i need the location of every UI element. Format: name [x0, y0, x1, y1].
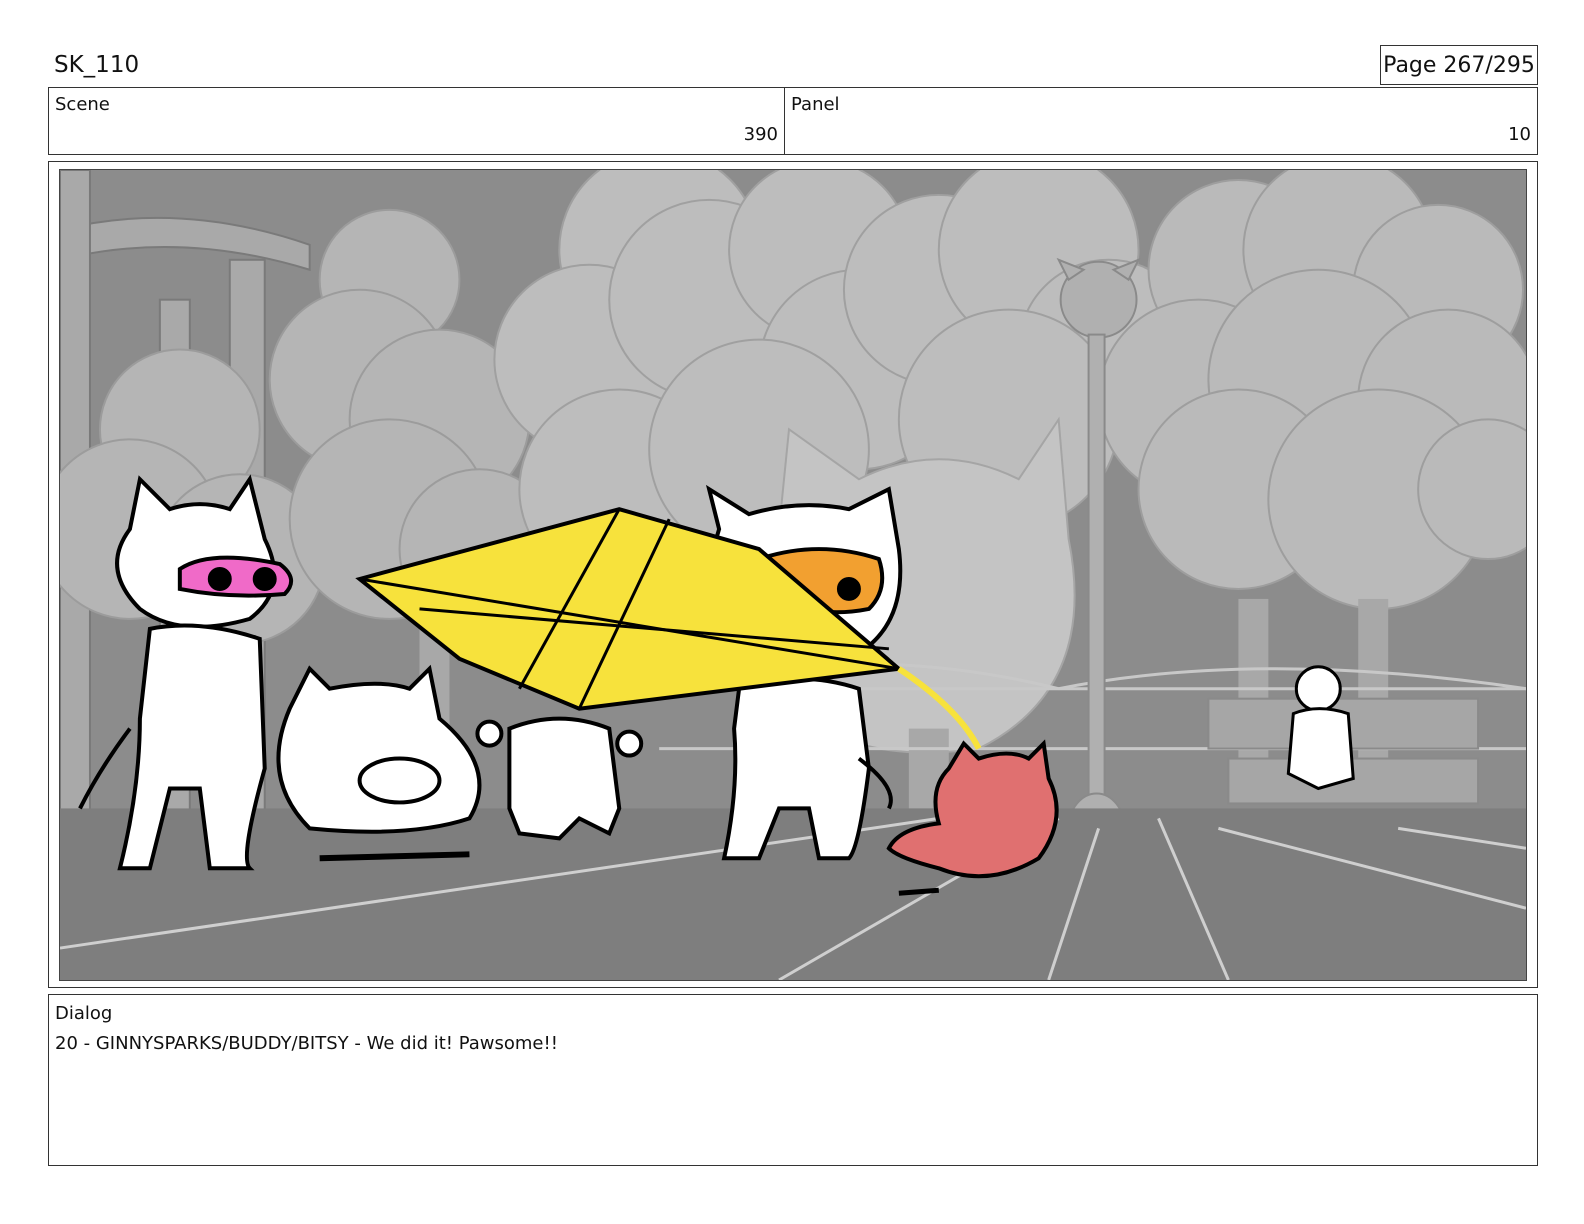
- scene-label: Scene: [55, 94, 110, 115]
- storyboard-panel-image: [59, 169, 1527, 981]
- dialog-box: Dialog 20 - GINNYSPARKS/BUDDY/BITSY - We…: [48, 994, 1538, 1166]
- dialog-label: Dialog: [55, 1003, 113, 1024]
- scene-number: 390: [743, 124, 778, 145]
- panel-cell: Panel 10: [785, 88, 1537, 154]
- project-title: SK_110: [54, 52, 140, 78]
- storyboard-frame: [48, 161, 1538, 988]
- scene-panel-header: Scene 390 Panel 10: [48, 87, 1538, 155]
- dialog-text: 20 - GINNYSPARKS/BUDDY/BITSY - We did it…: [55, 1033, 558, 1054]
- page-counter: Page 267/295: [1380, 45, 1538, 85]
- panel-label: Panel: [791, 94, 840, 115]
- ground: [60, 808, 1526, 980]
- scene-cell: Scene 390: [49, 88, 785, 154]
- panel-number: 10: [1508, 124, 1531, 145]
- tree-cluster-right: [1097, 170, 1526, 610]
